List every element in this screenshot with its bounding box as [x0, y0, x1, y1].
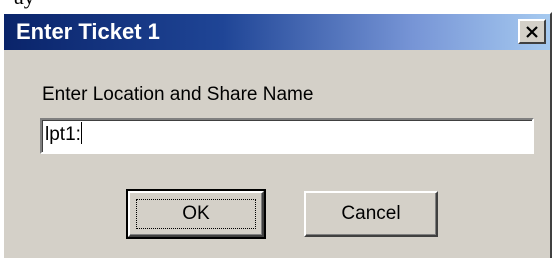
text-caret	[80, 122, 82, 144]
close-icon	[526, 25, 538, 38]
background-text-fragment: ay	[14, 0, 35, 8]
location-share-input[interactable]: lpt1:	[40, 118, 534, 154]
cancel-button-label: Cancel	[341, 203, 401, 224]
ok-button-label: OK	[182, 203, 210, 224]
screen: ay Enter Ticket 1 Enter Location and Sha…	[0, 0, 552, 258]
cancel-button[interactable]: Cancel	[304, 191, 438, 237]
close-button[interactable]	[518, 19, 546, 44]
ok-button[interactable]: OK	[126, 189, 266, 239]
dialog-title: Enter Ticket 1	[16, 19, 160, 44]
title-bar[interactable]: Enter Ticket 1	[4, 14, 550, 50]
enter-ticket-dialog: Enter Ticket 1 Enter Location and Share …	[2, 12, 552, 258]
input-value: lpt1:	[45, 124, 81, 145]
location-share-label: Enter Location and Share Name	[42, 84, 314, 105]
